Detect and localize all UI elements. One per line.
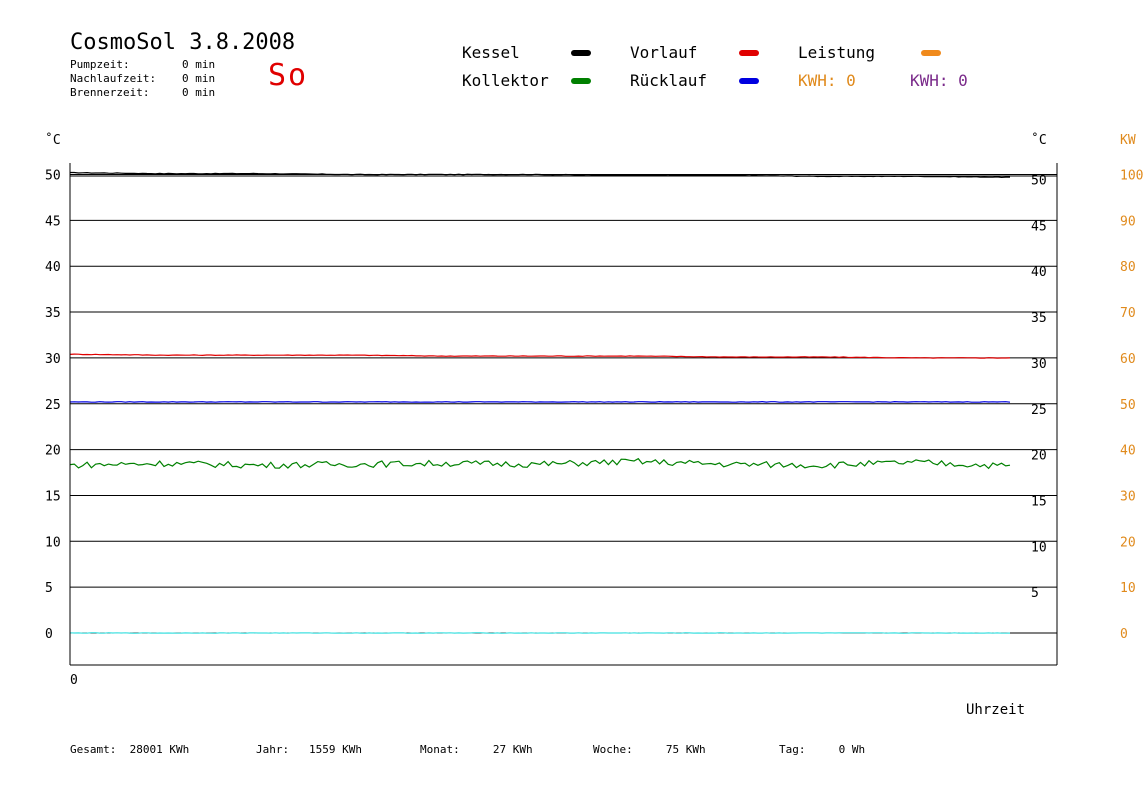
series-line-kollektor [69, 457, 1011, 470]
y-tick-label-kw: 10 [1120, 581, 1136, 596]
y-tick-label-left: 35 [45, 306, 61, 321]
y-tick-label-right: 25 [1031, 403, 1047, 418]
y-axis-unit-kw: KW [1120, 133, 1136, 148]
x-tick-label: 0 [70, 673, 78, 688]
y-tick-label-kw: 70 [1120, 306, 1136, 321]
y-tick-label-left: 25 [45, 398, 61, 413]
y-tick-label-kw: 20 [1120, 535, 1136, 550]
y-tick-label-left: 5 [45, 581, 53, 596]
y-tick-label-right: 40 [1031, 265, 1047, 280]
series-line-baseline [69, 632, 1011, 634]
series-line-rcklauf [69, 400, 1011, 403]
y-axis-unit-right: ˚C [1031, 132, 1047, 148]
y-tick-label-kw: 50 [1120, 398, 1136, 413]
y-tick-label-right: 10 [1031, 540, 1047, 555]
y-tick-label-right: 15 [1031, 494, 1047, 509]
footer-woche: Woche: 75 KWh [593, 743, 706, 756]
temperature-chart: 0 5 10 15 20 25 30 35 40 45 50 5 10 15 20 25 30 35 40 45 50 0… [45, 132, 1143, 718]
y-tick-label-right: 50 [1031, 174, 1047, 189]
y-tick-label-right: 30 [1031, 357, 1047, 372]
y-tick-label-kw: 80 [1120, 260, 1136, 275]
y-tick-label-left: 45 [45, 214, 61, 229]
y-tick-label-left: 0 [45, 627, 53, 642]
y-tick-label-right: 20 [1031, 449, 1047, 464]
y-tick-label-kw: 60 [1120, 352, 1136, 367]
footer-jahr: Jahr: 1559 KWh [256, 743, 362, 756]
y-tick-label-kw: 0 [1120, 627, 1128, 642]
y-tick-label-kw: 90 [1120, 214, 1136, 229]
y-tick-label-kw: 30 [1120, 489, 1136, 504]
y-tick-label-left: 20 [45, 444, 61, 459]
y-tick-label-left: 10 [45, 535, 61, 550]
y-tick-label-right: 5 [1031, 586, 1039, 601]
y-tick-label-left: 50 [45, 169, 61, 184]
y-tick-label-kw: 100 [1120, 169, 1143, 184]
y-tick-label-kw: 40 [1120, 444, 1136, 459]
footer-tag: Tag: 0 Wh [779, 743, 866, 756]
y-tick-label-left: 15 [45, 489, 61, 504]
y-axis-unit-left: ˚C [45, 132, 61, 148]
y-tick-label-left: 30 [45, 352, 61, 367]
footer-gesamt: Gesamt: 28001 KWh [70, 743, 190, 756]
footer-monat: Monat: 27 KWh [420, 743, 533, 756]
y-tick-label-right: 45 [1031, 219, 1047, 234]
x-axis-label: Uhrzeit [966, 702, 1025, 718]
y-tick-label-right: 35 [1031, 311, 1047, 326]
y-tick-label-left: 40 [45, 260, 61, 275]
